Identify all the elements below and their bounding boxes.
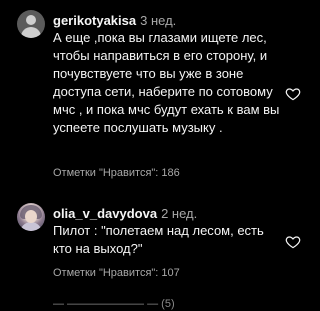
likes-label: Отметки "Нравится": bbox=[53, 267, 159, 279]
avatar[interactable] bbox=[17, 203, 45, 231]
likes-label: Отметки "Нравится": bbox=[53, 167, 159, 179]
comment-time: 2 нед. bbox=[161, 206, 198, 221]
comment-time: 3 нед. bbox=[140, 13, 177, 28]
avatar[interactable] bbox=[17, 10, 45, 38]
likes-count: 186 bbox=[161, 167, 180, 179]
comment-username[interactable]: olia_v_davydova bbox=[53, 206, 157, 221]
comment-likes[interactable]: Отметки "Нравится": 186 bbox=[53, 166, 180, 180]
avatar-shoulders-shape bbox=[21, 27, 41, 38]
avatar-body-shape bbox=[20, 222, 42, 231]
comment-username[interactable]: gerikotyakisa bbox=[53, 13, 136, 28]
avatar-head-shape bbox=[26, 15, 36, 25]
heart-icon[interactable] bbox=[285, 234, 301, 250]
comment-likes[interactable]: Отметки "Нравится": 107 bbox=[53, 266, 180, 280]
view-replies-link[interactable]: — ——————— — (5) bbox=[53, 297, 175, 311]
comment-text: Пилот : "полетаем над лесом, есть кто на… bbox=[53, 223, 264, 256]
heart-icon[interactable] bbox=[285, 86, 301, 102]
avatar-face-shape bbox=[25, 210, 37, 223]
comment-meta: gerikotyakisa 3 нед. bbox=[53, 13, 176, 29]
comment-meta: olia_v_davydova 2 нед. bbox=[53, 206, 197, 222]
comment-text: А еще ,пока вы глазами ищете лес, чтобы … bbox=[53, 30, 280, 135]
likes-count: 107 bbox=[161, 267, 180, 279]
